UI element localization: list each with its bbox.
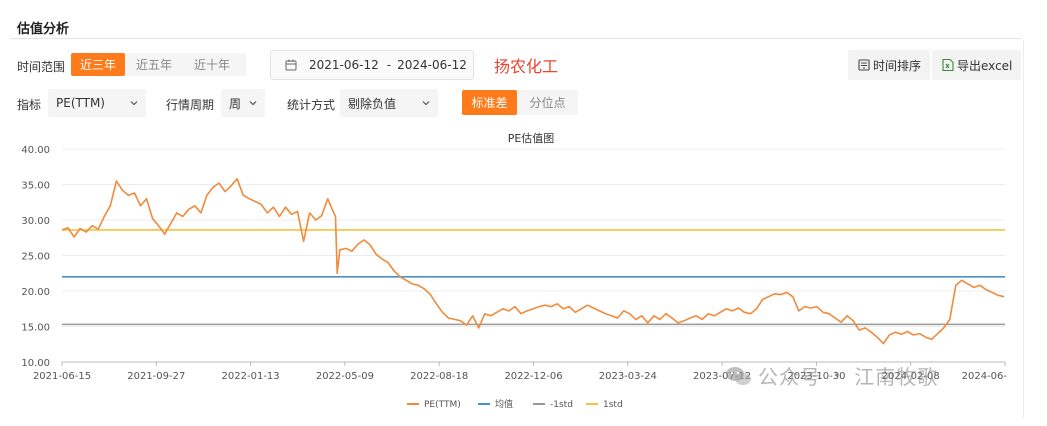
watermark-name: 江南牧歌 — [854, 365, 939, 389]
chart-title: PE估值图 — [508, 132, 555, 145]
wechat-icon — [726, 366, 751, 385]
legend-label: -1std — [550, 400, 573, 410]
mode-option-std[interactable]: 标准差 — [462, 90, 517, 115]
x-tick-label: 2024-06- — [962, 371, 1008, 382]
date-range-picker[interactable]: 2021-06-12 - 2024-06-12 — [270, 50, 474, 80]
calendar-icon — [285, 59, 297, 71]
legend-item-mean: 均值 — [478, 398, 513, 410]
legend-label: 1std — [603, 400, 623, 410]
excel-icon — [942, 58, 954, 72]
x-tick-label: 2021-06-15 — [33, 371, 91, 382]
date-start[interactable]: 2021-06-12 — [309, 58, 379, 72]
time-range-option-5y[interactable]: 近五年 — [125, 53, 183, 76]
y-tick-label: 10.00 — [21, 358, 50, 369]
indicator-label: 指标 — [17, 98, 42, 112]
date-end[interactable]: 2024-06-12 — [397, 58, 467, 72]
watermark: 公众号 • 江南牧歌 — [724, 361, 938, 390]
legend-item-minus-1std: -1std — [533, 400, 573, 410]
indicator-select[interactable]: PE(TTM) — [48, 89, 146, 117]
sort-icon — [858, 59, 870, 71]
stat-method-value: 剔除负值 — [348, 96, 397, 111]
x-tick-label: 2022-05-09 — [316, 371, 374, 382]
y-tick-label: 30.00 — [21, 216, 50, 227]
panel-edge — [1023, 40, 1024, 418]
y-tick-label: 15.00 — [21, 323, 50, 334]
period-select[interactable]: 周 — [221, 89, 265, 117]
export-excel-label: 导出excel — [957, 58, 1013, 73]
chevron-down-icon — [130, 101, 138, 106]
export-excel-button[interactable]: 导出excel — [932, 50, 1022, 80]
time-sort-label: 时间排序 — [873, 58, 922, 73]
stat-method-select[interactable]: 剔除负值 — [340, 89, 438, 117]
title-divider — [10, 38, 1022, 39]
watermark-dot: • — [833, 367, 843, 384]
time-sort-button[interactable]: 时间排序 — [848, 50, 931, 80]
date-separator: - — [386, 58, 392, 72]
period-value: 周 — [229, 96, 242, 111]
legend-item-plus-1std: 1std — [586, 400, 623, 410]
period-label: 行情周期 — [166, 98, 215, 112]
chevron-down-icon — [422, 101, 430, 106]
x-tick-label: 2022-12-06 — [504, 371, 562, 382]
y-tick-label: 20.00 — [21, 287, 50, 298]
time-range-label: 时间范围 — [17, 60, 66, 74]
mode-option-percentile[interactable]: 分位点 — [517, 90, 578, 115]
time-range-option-3y[interactable]: 近三年 — [71, 53, 125, 76]
legend-item-pe-ttm: PE(TTM) — [407, 400, 461, 410]
time-range-selector: 近三年 近五年 近十年 — [71, 53, 246, 76]
mode-selector: 标准差 分位点 — [462, 90, 578, 115]
x-tick-label: 2022-08-18 — [410, 371, 468, 382]
x-tick-label: 2021-09-27 — [127, 371, 185, 382]
stat-method-label: 统计方式 — [287, 98, 336, 112]
company-name: 扬农化工 — [494, 57, 559, 76]
y-tick-label: 35.00 — [21, 181, 50, 192]
pe-ttm-series-line — [61, 177, 1005, 345]
section-title: 估值分析 — [17, 22, 70, 37]
y-tick-label: 25.00 — [21, 252, 50, 263]
chevron-down-icon — [249, 101, 257, 106]
y-tick-label: 40.00 — [21, 145, 50, 156]
x-tick-label: 2023-03-24 — [599, 371, 657, 382]
legend-label: PE(TTM) — [424, 400, 461, 410]
indicator-value: PE(TTM) — [56, 96, 105, 110]
time-range-option-10y[interactable]: 近十年 — [183, 53, 241, 76]
watermark-prefix: 公众号 — [758, 365, 821, 389]
x-tick-label: 2022-01-13 — [222, 371, 280, 382]
legend-label: 均值 — [495, 398, 513, 410]
